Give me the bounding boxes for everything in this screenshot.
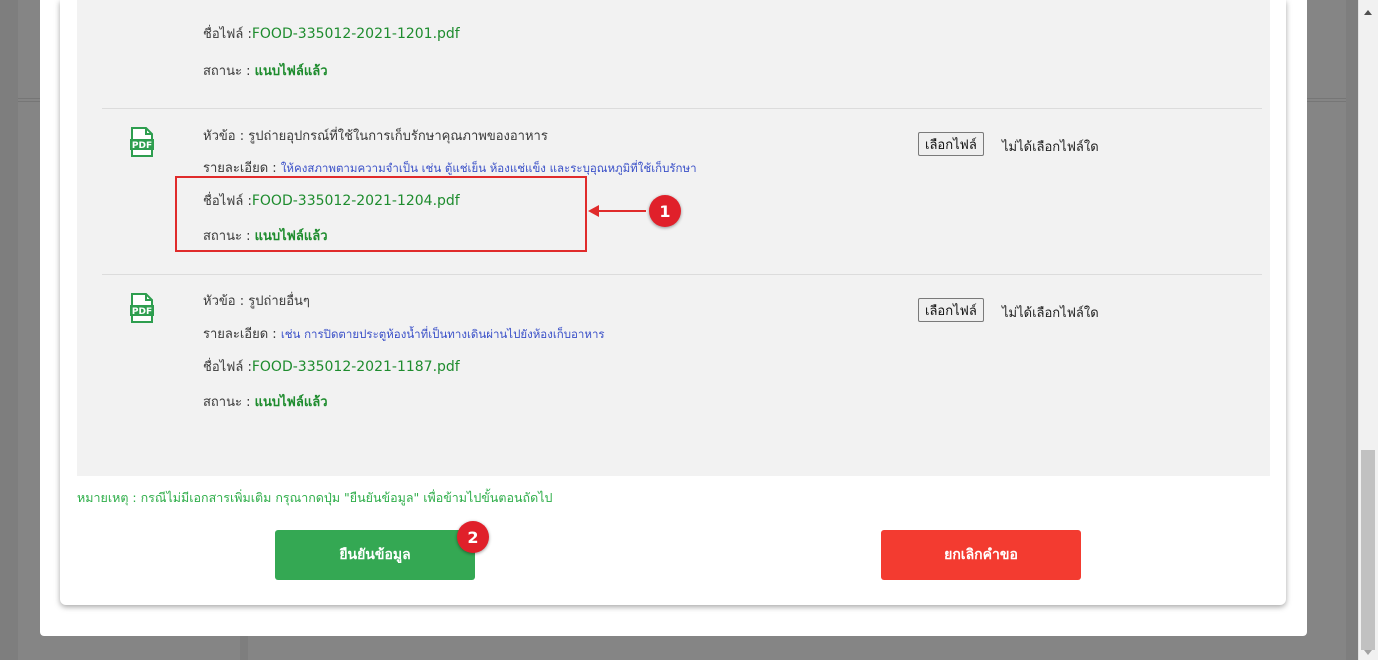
svg-text:PDF: PDF: [132, 307, 152, 317]
file-name: FOOD-335012-2021-1187.pdf: [251, 359, 460, 375]
file-detail-row: รายละเอียด : ให้คงสภาพตามความจำเป็น เช่น…: [203, 161, 697, 176]
svg-text:PDF: PDF: [132, 141, 152, 151]
pdf-file-icon: PDF: [130, 293, 154, 323]
row-divider: [102, 274, 1262, 275]
choose-file-button[interactable]: เลือกไฟล์: [918, 298, 984, 322]
scroll-down-icon[interactable]: [1364, 650, 1372, 655]
file-name: FOOD-335012-2021-1201.pdf: [251, 26, 460, 42]
scrollbar-thumb[interactable]: [1361, 450, 1375, 650]
file-status: แนบไฟล์แล้ว: [254, 395, 328, 410]
file-topic: รูปถ่ายอื่นๆ: [248, 294, 310, 309]
no-file-chosen-label: ไม่ได้เลือกไฟล์ใด: [1002, 140, 1099, 155]
file-status-row: สถานะ : แนบไฟล์แล้ว: [203, 64, 328, 79]
file-detail-row: รายละเอียด : เช่น การปิดตายประตูห้องน้ำท…: [203, 327, 605, 342]
file-name-row: ชื่อไฟล์ :FOOD-335012-2021-1187.pdf: [203, 359, 460, 375]
file-topic-row: หัวข้อ : รูปถ่ายอื่นๆ: [203, 294, 310, 309]
file-status: แนบไฟล์แล้ว: [254, 64, 328, 79]
file-status-row: สถานะ : แนบไฟล์แล้ว: [203, 395, 328, 410]
file-name-row: ชื่อไฟล์ :FOOD-335012-2021-1201.pdf: [203, 26, 460, 42]
highlight-box: [175, 176, 587, 252]
row-divider: [102, 108, 1262, 109]
file-topic: รูปถ่ายอุปกรณ์ที่ใช้ในการเก็บรักษาคุณภาพ…: [248, 129, 548, 144]
file-detail: เช่น การปิดตายประตูห้องน้ำที่เป็นทางเดิน…: [280, 327, 605, 341]
note-text: หมายเหตุ : กรณีไม่มีเอกสารเพิ่มเติม กรุณ…: [77, 490, 553, 505]
scroll-up-icon[interactable]: [1364, 10, 1372, 15]
pdf-file-icon: PDF: [130, 127, 154, 157]
annotation-arrow-line: [598, 210, 646, 212]
confirm-button[interactable]: ยืนยันข้อมูล: [275, 530, 475, 580]
annotation-badge-1: 1: [649, 195, 681, 227]
no-file-chosen-label: ไม่ได้เลือกไฟล์ใด: [1002, 306, 1099, 321]
annotation-badge-2: 2: [457, 521, 489, 553]
choose-file-button[interactable]: เลือกไฟล์: [918, 132, 984, 156]
arrow-left-icon: [588, 205, 599, 217]
file-detail: ให้คงสภาพตามความจำเป็น เช่น ตู้แช่เย็น ห…: [280, 161, 697, 175]
file-topic-row: หัวข้อ : รูปถ่ายอุปกรณ์ที่ใช้ในการเก็บรั…: [203, 129, 548, 144]
cancel-request-button[interactable]: ยกเลิกคำขอ: [881, 530, 1081, 580]
